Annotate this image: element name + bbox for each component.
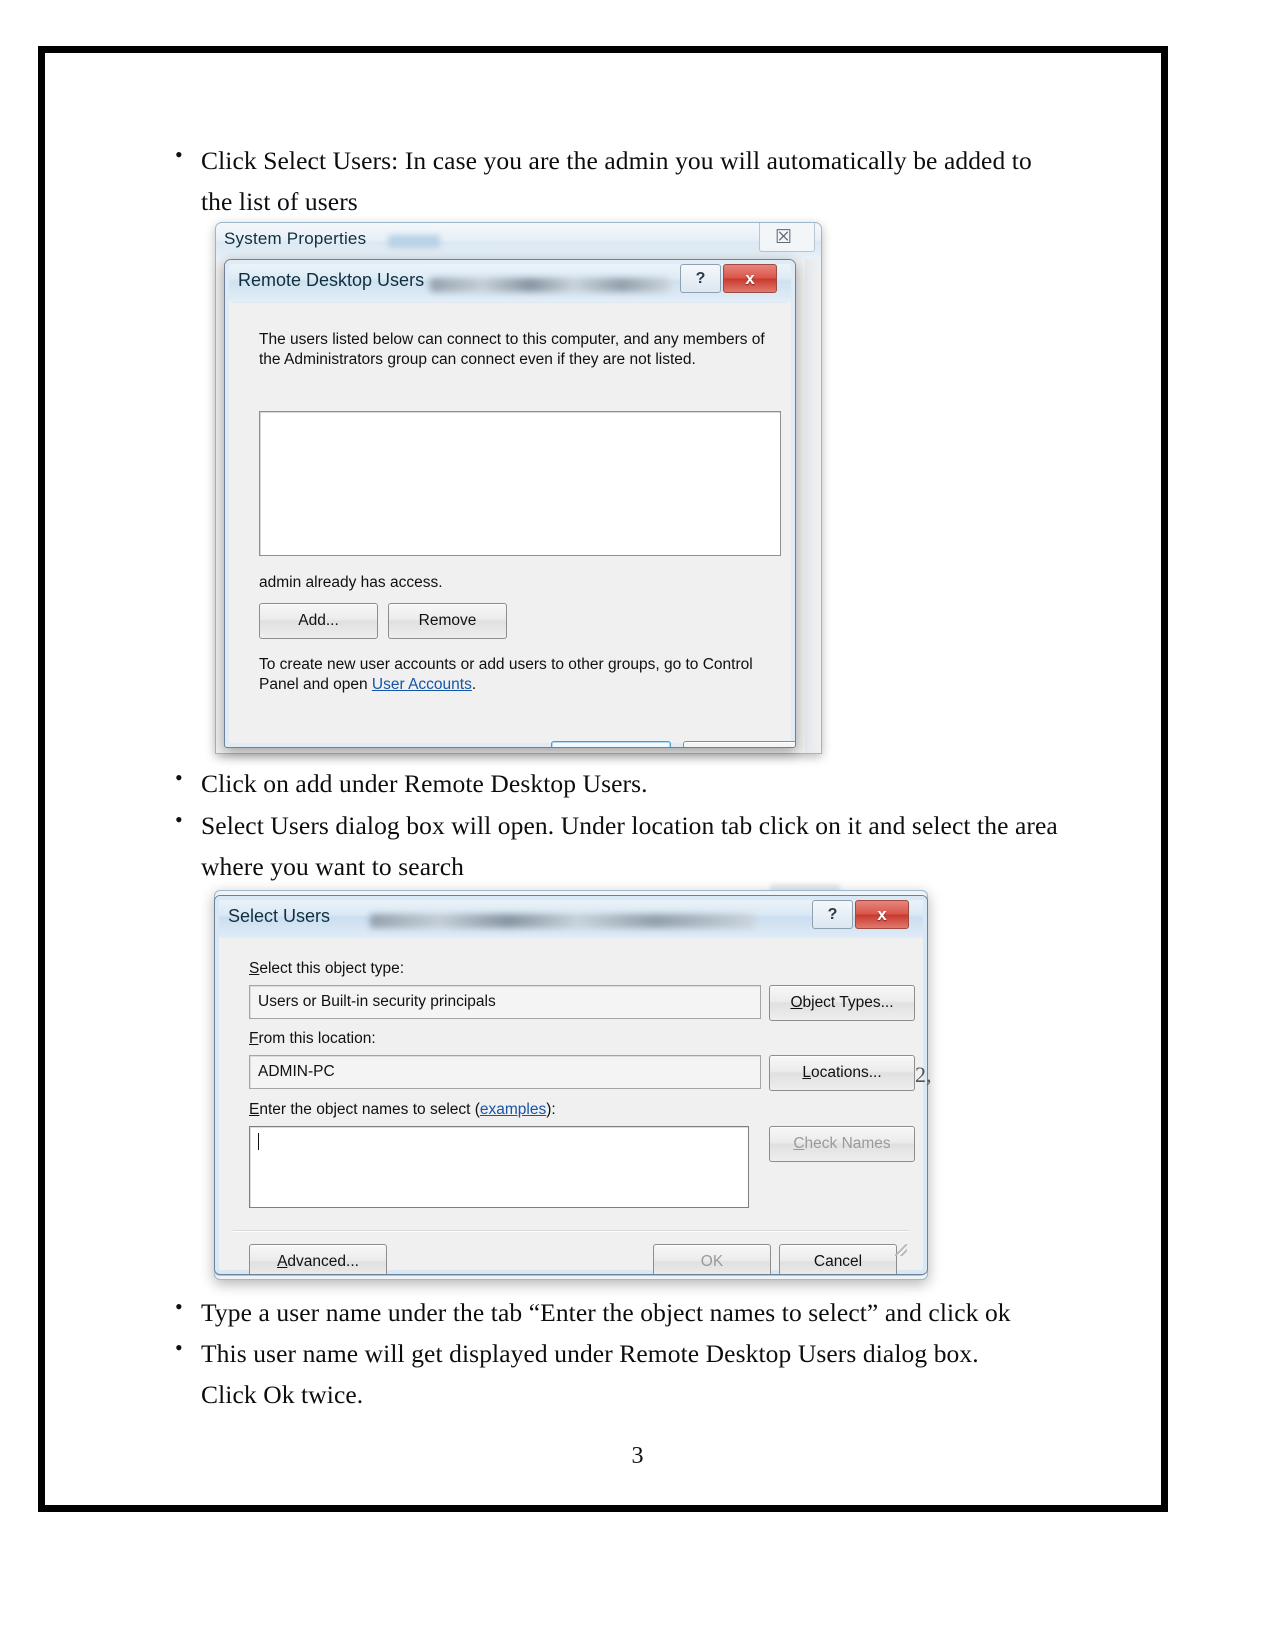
- locations-button[interactable]: Locations...: [769, 1055, 915, 1091]
- object-types-mnemonic: O: [790, 994, 803, 1011]
- rdu-titlebar[interactable]: Remote Desktop Users ? x: [225, 260, 795, 302]
- bullet-glyph: •: [175, 807, 183, 832]
- blurred-background-text: [430, 278, 670, 292]
- close-button[interactable]: x: [855, 900, 909, 929]
- close-icon: ☒: [774, 227, 792, 248]
- object-type-label: Select this object type:: [249, 960, 404, 978]
- object-type-label-mnemonic: S: [249, 960, 260, 977]
- bullet-glyph: •: [175, 142, 183, 167]
- select-users-titlebar[interactable]: Select Users ? x: [215, 896, 927, 938]
- select-users-dialog[interactable]: Select Users ? x Select this object type…: [214, 895, 928, 1275]
- stray-background-text: 2,: [915, 1062, 932, 1087]
- locations-label: ocations...: [810, 1064, 882, 1081]
- object-type-label-rest: elect this object type:: [259, 960, 405, 977]
- rdu-title: Remote Desktop Users: [238, 270, 425, 290]
- blurred-title-text: [388, 235, 440, 248]
- object-names-input[interactable]: [249, 1126, 749, 1208]
- bullet-glyph: •: [175, 1335, 183, 1360]
- select-users-content-panel: Select this object type: Users or Built-…: [223, 938, 919, 1274]
- list-item-text: Type a user name under the tab “Enter th…: [201, 1298, 1011, 1327]
- remove-button[interactable]: Remove: [388, 603, 507, 639]
- rdu-content-panel: The users listed below can connect to th…: [233, 302, 795, 747]
- cancel-button[interactable]: Cancel: [683, 741, 795, 747]
- advanced-label: dvanced...: [287, 1253, 359, 1270]
- location-label-rest: rom this location:: [258, 1030, 376, 1047]
- help-button[interactable]: ?: [812, 900, 853, 929]
- divider: [233, 1230, 909, 1232]
- object-type-field[interactable]: Users or Built-in security principals: [249, 985, 761, 1019]
- advanced-button[interactable]: Advanced...: [249, 1244, 387, 1274]
- rdu-help-suffix: .: [471, 676, 477, 693]
- users-listbox[interactable]: [259, 411, 781, 556]
- check-names-mnemonic: C: [793, 1135, 805, 1152]
- rdu-help-text: To create new user accounts or add users…: [259, 655, 784, 695]
- list-item: • This user name will get displayed unde…: [175, 1333, 1035, 1415]
- location-label: From this location:: [249, 1030, 376, 1048]
- location-field[interactable]: ADMIN-PC: [249, 1055, 761, 1089]
- list-item: • Click Select Users: In case you are th…: [175, 140, 1065, 222]
- text-caret: [258, 1133, 259, 1150]
- examples-link[interactable]: examples: [480, 1101, 546, 1118]
- document-page: • Click Select Users: In case you are th…: [0, 0, 1275, 1650]
- resize-grip-icon[interactable]: [895, 1244, 907, 1256]
- ok-button[interactable]: OK: [551, 741, 671, 747]
- object-names-label-suffix: ):: [546, 1101, 556, 1118]
- list-item-text: Click Select Users: In case you are the …: [201, 146, 1032, 216]
- list-item: • Click on add under Remote Desktop User…: [175, 763, 1065, 804]
- object-names-label: Enter the object names to select (exampl…: [249, 1101, 556, 1119]
- list-item-text: Click on add under Remote Desktop Users.: [201, 769, 648, 798]
- window-right-edge: [805, 259, 821, 753]
- advanced-mnemonic: A: [277, 1253, 288, 1270]
- user-accounts-link[interactable]: User Accounts: [372, 676, 472, 693]
- system-properties-close-button[interactable]: ☒: [759, 223, 815, 252]
- blurred-background-text: [370, 914, 755, 928]
- bullet-glyph: •: [175, 765, 183, 790]
- page-number: 3: [631, 1443, 644, 1469]
- system-properties-titlebar[interactable]: System Properties: [216, 223, 821, 260]
- rdu-description: The users listed below can connect to th…: [259, 331, 765, 368]
- add-button[interactable]: Add...: [259, 603, 378, 639]
- object-names-mnemonic: E: [249, 1101, 260, 1118]
- cancel-button[interactable]: Cancel: [779, 1244, 897, 1274]
- remote-desktop-users-dialog[interactable]: Remote Desktop Users ? x The users liste…: [224, 259, 796, 748]
- object-types-label: bject Types...: [802, 994, 894, 1011]
- list-item-text: Select Users dialog box will open. Under…: [201, 811, 1058, 881]
- list-item: • Type a user name under the tab “Enter …: [175, 1292, 1075, 1333]
- check-names-label: heck Names: [804, 1135, 891, 1152]
- list-item-text: This user name will get displayed under …: [201, 1339, 979, 1409]
- system-properties-title: System Properties: [224, 229, 367, 248]
- rdu-help-prefix: To create new user accounts or add users…: [259, 656, 753, 693]
- object-types-button[interactable]: Object Types...: [769, 985, 915, 1021]
- object-names-label-mid: nter the object names to select (: [259, 1101, 480, 1118]
- access-note: admin already has access.: [259, 574, 443, 591]
- help-button[interactable]: ?: [680, 264, 721, 293]
- close-button[interactable]: x: [723, 264, 777, 293]
- list-item: • Select Users dialog box will open. Und…: [175, 805, 1080, 887]
- locations-mnemonic: L: [802, 1064, 811, 1081]
- select-users-title: Select Users: [228, 906, 331, 926]
- check-names-button[interactable]: Check Names: [769, 1126, 915, 1162]
- bullet-glyph: •: [175, 1294, 183, 1319]
- ok-button[interactable]: OK: [653, 1244, 771, 1274]
